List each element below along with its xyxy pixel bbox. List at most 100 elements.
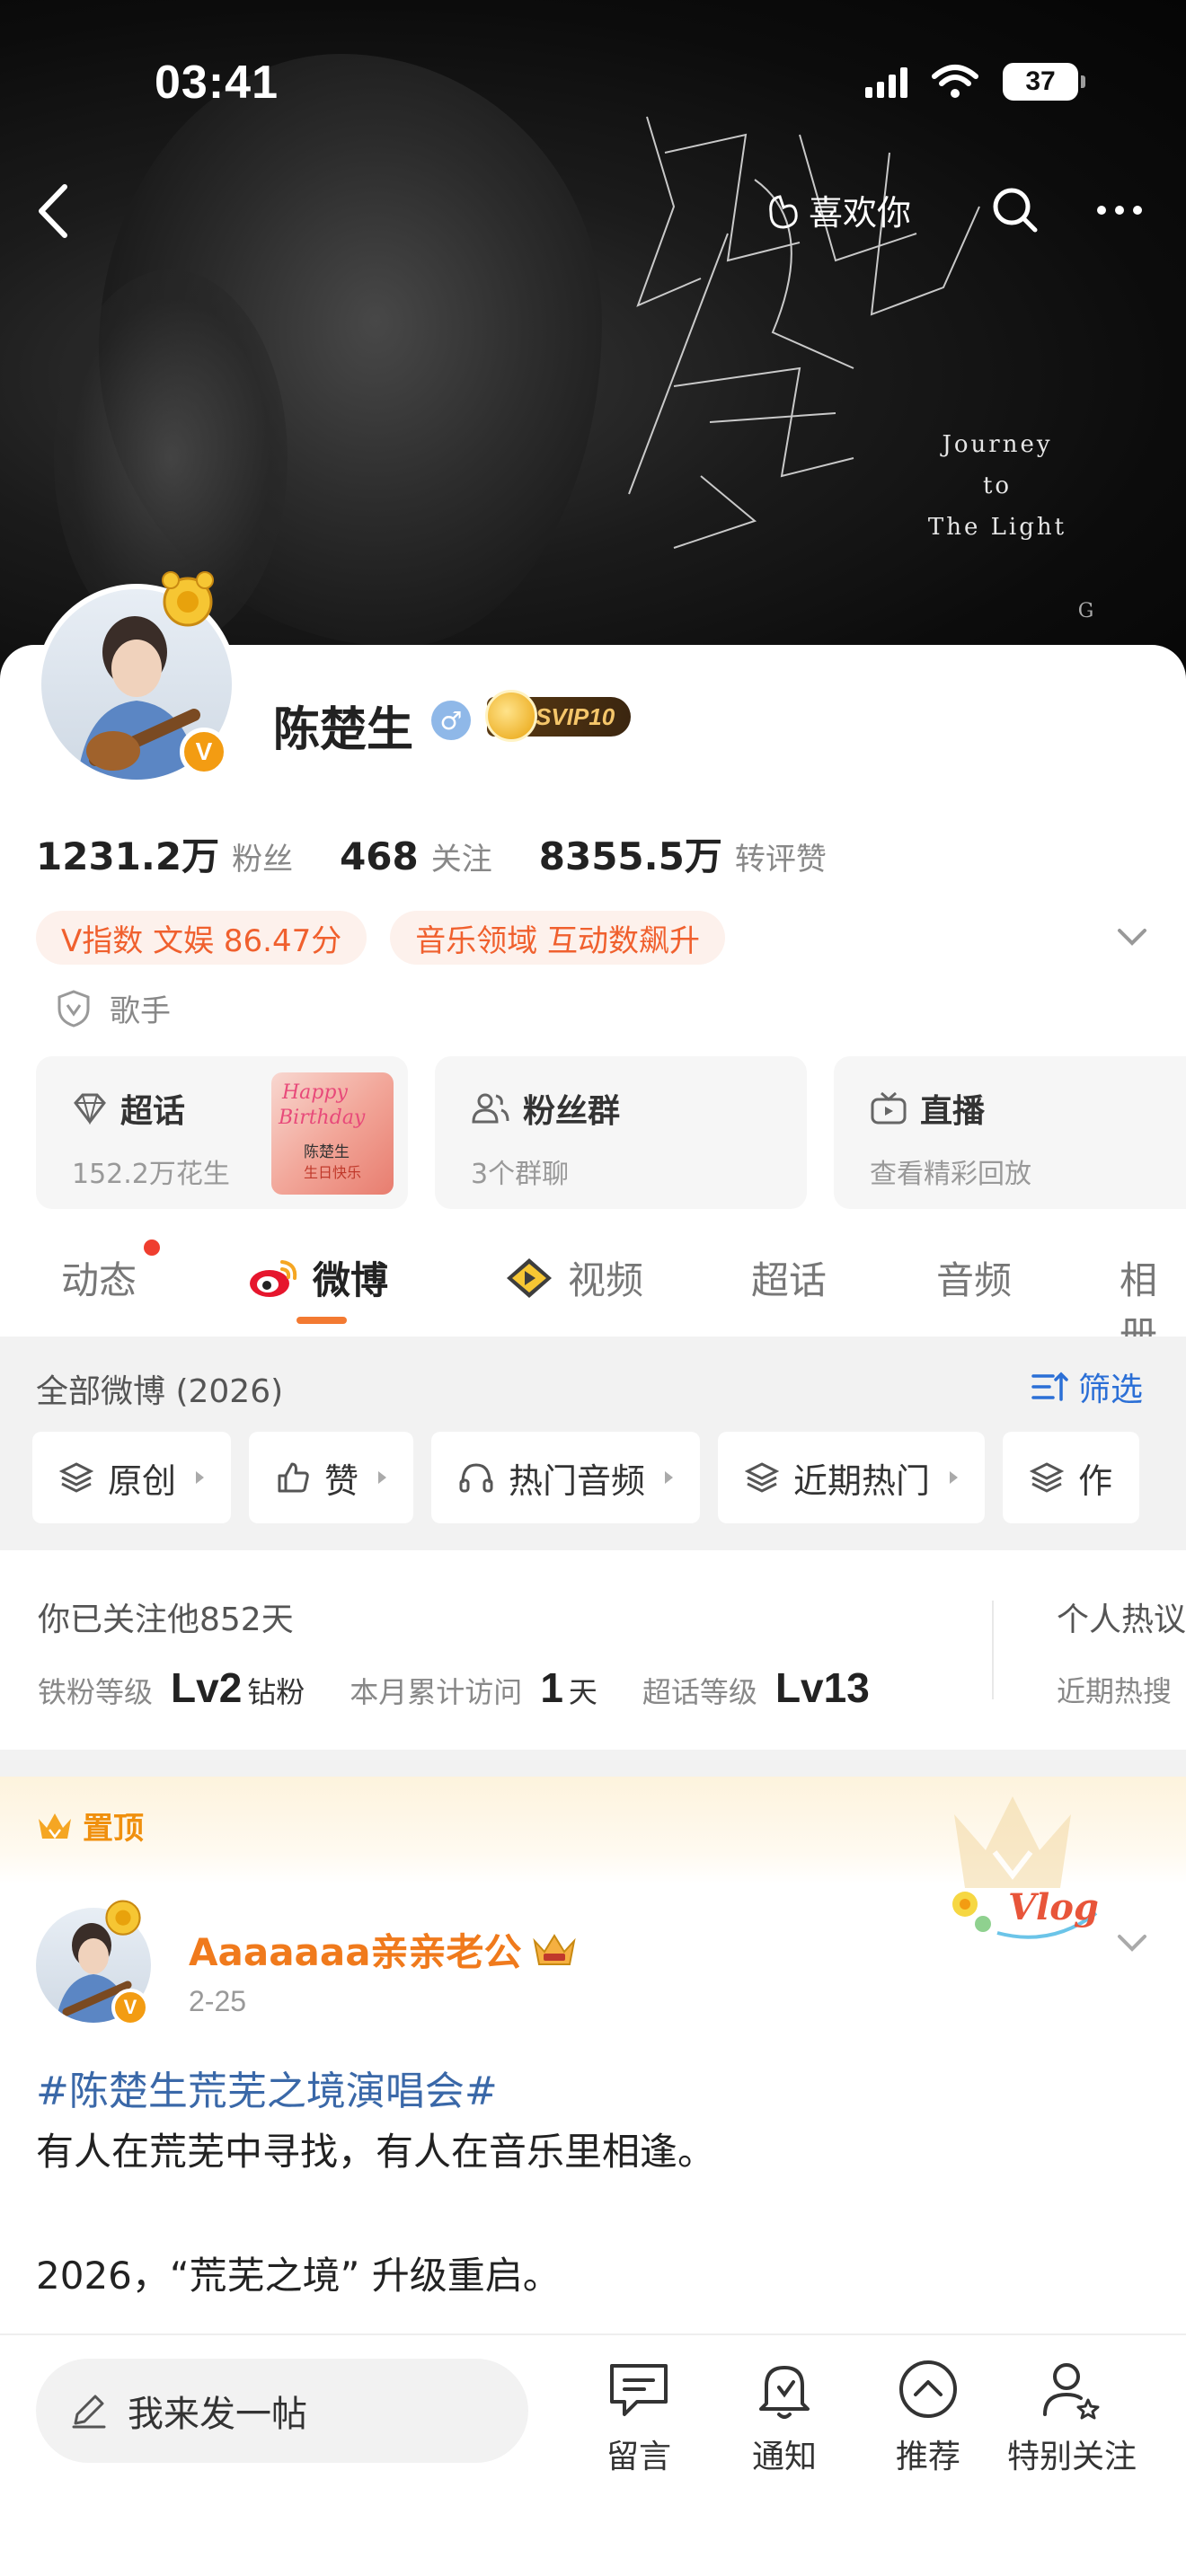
- shield-icon: [58, 989, 90, 1028]
- stat-interactions[interactable]: 8355.5万 转评赞: [539, 826, 827, 881]
- caret-right-icon: [950, 1471, 959, 1484]
- follow-days: 你已关注他852天: [38, 1601, 294, 1638]
- chevron-up-circle-icon: [899, 2360, 957, 2418]
- profile-stats: 1231.2万 粉丝 468 关注 8355.5万 转评赞: [36, 826, 873, 881]
- poster-corner-letter: G: [1077, 600, 1097, 622]
- wifi-icon: [932, 65, 978, 98]
- bottom-bar-label: 留言: [606, 2439, 671, 2475]
- stat-following[interactable]: 468 关注: [340, 834, 492, 878]
- svip-crown-icon: [485, 690, 537, 742]
- stat-followers[interactable]: 1231.2万 粉丝: [36, 826, 293, 881]
- comment-button[interactable]: 留言: [571, 2353, 706, 2477]
- video-badge-icon: [507, 1257, 552, 1298]
- pen-icon: [72, 2395, 106, 2429]
- avatar-pendant-icon: [162, 571, 214, 627]
- personal-hot-title[interactable]: 个人热议: [1057, 1593, 1186, 1640]
- vlog-text: Vlog: [1008, 1886, 1099, 1928]
- profile-tags: V指数 文娱 86.47分 音乐领域 互动数飙升: [36, 911, 726, 965]
- recommend-button[interactable]: 推荐: [861, 2353, 996, 2477]
- visits-value: 1: [540, 1664, 563, 1711]
- tab-video[interactable]: 视频: [503, 1250, 643, 1305]
- visits-label: 本月累计访问: [350, 1675, 523, 1709]
- chevron-down-icon[interactable]: [1114, 1929, 1150, 1956]
- feature-card-title: 超话: [120, 1093, 186, 1130]
- vip-crown-icon: [532, 1933, 576, 1965]
- stat-value: 468: [340, 834, 419, 878]
- feature-card-supertopic[interactable]: 超话 152.2万花生 Happy Birthday 陈楚生 生日快乐: [36, 1056, 408, 1209]
- tag-v-index[interactable]: V指数 文娱 86.47分: [36, 911, 367, 965]
- filter-button[interactable]: 筛选: [1031, 1363, 1143, 1410]
- topic-level-label: 超话等级: [642, 1675, 757, 1709]
- chip-label: 作: [1078, 1460, 1113, 1501]
- profile-name: 陈楚生: [273, 703, 414, 757]
- poster-subtitle-2: to: [982, 472, 1013, 499]
- post-text-line: 2026，“荒芜之境” 升级重启。: [36, 2254, 561, 2298]
- thumb-text-1: Happy: [282, 1081, 348, 1104]
- more-icon[interactable]: [1093, 190, 1146, 230]
- feature-card-live[interactable]: 直播 查看精彩回放: [834, 1056, 1186, 1209]
- like-label: 喜欢你: [809, 193, 912, 233]
- poster-subtitle-3: The Light: [927, 514, 1067, 541]
- crown-icon: [39, 1813, 71, 1839]
- back-icon[interactable]: [29, 180, 83, 243]
- chip-hot-audio[interactable]: 热门音频: [431, 1432, 701, 1523]
- post-text-line: 有人在荒芜中寻找，有人在音乐里相逢。: [36, 2130, 716, 2174]
- battery-icon: 37: [1003, 63, 1085, 101]
- feature-card-subtitle: 3个群聊: [471, 1159, 570, 1190]
- like-button[interactable]: 喜欢你: [764, 185, 911, 234]
- feed-filter-title: 全部微博 (2026): [36, 1373, 284, 1410]
- post-author-name: Aaaaaaa亲亲老公: [189, 1930, 522, 1974]
- bell-icon: [759, 2366, 810, 2419]
- tag-music-domain[interactable]: 音乐领域 互动数飙升: [390, 911, 726, 965]
- thumb-text-4: 生日快乐: [304, 1164, 362, 1181]
- stat-label: 粉丝: [232, 842, 294, 878]
- tab-supertopic[interactable]: 超话: [751, 1250, 827, 1305]
- feature-card-title: 直播: [920, 1093, 986, 1130]
- tab-audio[interactable]: 音频: [936, 1250, 1012, 1305]
- user-star-icon: [1043, 2363, 1100, 2420]
- chip-label: 热门音频: [509, 1460, 646, 1501]
- post-author[interactable]: Aaaaaaa亲亲老公: [189, 1922, 578, 1977]
- notify-button[interactable]: 通知: [717, 2353, 852, 2477]
- compose-button[interactable]: 我来发一帖: [36, 2359, 528, 2463]
- tab-weibo[interactable]: 微博: [248, 1250, 388, 1305]
- tab-dynamics[interactable]: 动态: [61, 1250, 137, 1305]
- feature-cards: 超话 152.2万花生 Happy Birthday 陈楚生 生日快乐 粉丝群 …: [36, 1056, 1186, 1209]
- status-icons: 37: [865, 63, 1085, 101]
- hand-like-icon: [769, 194, 798, 229]
- chip-works[interactable]: 作: [1003, 1432, 1140, 1523]
- status-time: 03:41: [155, 57, 279, 109]
- tab-label: 视频: [568, 1258, 644, 1302]
- follow-info-panel: [0, 1550, 1186, 1750]
- poster-subtitle-1: Journey: [942, 431, 1053, 458]
- chip-liked[interactable]: 赞: [249, 1432, 414, 1523]
- tab-label: 微博: [313, 1258, 389, 1302]
- notification-dot: [144, 1239, 160, 1256]
- visits-unit: 天: [568, 1675, 597, 1709]
- stat-label: 关注: [430, 842, 492, 878]
- chip-original[interactable]: 原创: [32, 1432, 232, 1523]
- stat-label: 转评赞: [734, 842, 827, 878]
- feature-card-fan-group[interactable]: 粉丝群 3个群聊: [435, 1056, 807, 1209]
- diamond-icon: [74, 1093, 106, 1125]
- search-icon[interactable]: [988, 183, 1042, 237]
- verified-badge-icon: V: [180, 728, 228, 776]
- feed-filter-chips: 原创 赞 热门音频 近期热门 作: [32, 1432, 1140, 1523]
- topic-level-value[interactable]: Lv13: [775, 1663, 870, 1712]
- caret-right-icon: [196, 1471, 205, 1484]
- chip-recent-hot[interactable]: 近期热门: [718, 1432, 986, 1523]
- bottom-bar-label: 通知: [751, 2439, 817, 2475]
- special-follow-button[interactable]: 特别关注: [1005, 2353, 1139, 2477]
- chevron-down-icon[interactable]: [1114, 923, 1150, 950]
- users-icon: [472, 1093, 509, 1124]
- layers-icon: [745, 1462, 780, 1493]
- chip-label: 原创: [108, 1460, 177, 1501]
- stat-value: 1231.2万: [36, 834, 220, 878]
- section-gap: [0, 1750, 1186, 1777]
- pinned-label: 置顶: [36, 1804, 144, 1848]
- post-hashtag[interactable]: #陈楚生荒芜之境演唱会#: [36, 2059, 498, 2116]
- vlog-sticker: Vlog: [943, 1877, 1105, 1949]
- bottom-bar-label: 特别关注: [1006, 2439, 1137, 2475]
- chip-label: 近期热门: [793, 1460, 931, 1501]
- fan-level-value[interactable]: Lv2: [171, 1663, 242, 1712]
